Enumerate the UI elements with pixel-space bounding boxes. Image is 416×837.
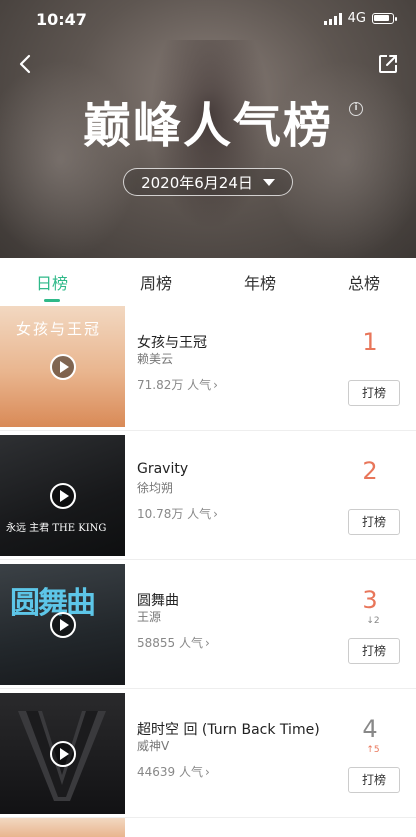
chevron-right-icon: ›	[205, 636, 210, 650]
page-title: 巅峰人气榜	[82, 98, 333, 154]
date-label: 2020年6月24日	[141, 173, 253, 192]
cover-caption: 永远 主君 THE KING	[6, 523, 107, 534]
chevron-right-icon: ›	[205, 765, 210, 779]
chevron-left-icon	[19, 54, 31, 74]
list-item[interactable]: 圆舞曲 圆舞曲 王源 58855 人气 › 3 ↓2 打榜	[0, 560, 416, 689]
song-title: 女孩与王冠	[137, 335, 207, 351]
date-selector[interactable]: 2020年6月24日	[123, 168, 293, 196]
song-title: 圆舞曲	[137, 593, 179, 609]
next-list-item-partial	[0, 818, 416, 837]
vote-button[interactable]: 打榜	[348, 638, 400, 664]
info-icon[interactable]: i	[349, 102, 363, 116]
rank-number: 3	[362, 586, 378, 614]
cover-caption: 圆舞曲	[10, 586, 96, 621]
list-item[interactable]: 超时空 回 (Turn Back Time) 威神V 44639 人气 › 4 ↑…	[0, 689, 416, 818]
period-tabs: 日榜 周榜 年榜 总榜	[0, 258, 416, 302]
caret-down-icon	[262, 178, 275, 186]
artist-name: 赖美云	[137, 352, 174, 366]
album-cover[interactable]	[0, 693, 125, 814]
artist-name: 王源	[137, 610, 162, 624]
tab-weekly[interactable]: 周榜	[104, 258, 208, 302]
status-bar: 10:47 4G	[0, 0, 416, 40]
list-item[interactable]: 女孩与王冠 女孩与王冠 赖美云 71.82万 人气 › 1 打榜	[0, 302, 416, 431]
popularity-link[interactable]: 10.78万 人气 ›	[137, 505, 218, 522]
network-label: 4G	[347, 11, 366, 26]
vote-button[interactable]: 打榜	[348, 767, 400, 793]
popularity-link[interactable]: 71.82万 人气 ›	[137, 376, 218, 393]
album-cover	[0, 818, 125, 837]
artist-name: 威神V	[137, 739, 170, 753]
song-title: Gravity	[137, 461, 189, 477]
list-item[interactable]: 永远 主君 THE KING Gravity 徐均朔 10.78万 人气 › 2 …	[0, 431, 416, 560]
chart-header: 10:47 4G 巅峰人气榜 i 2020年6月24日	[0, 0, 416, 258]
chevron-right-icon: ›	[213, 378, 218, 392]
signal-icon	[323, 12, 342, 25]
vote-button[interactable]: 打榜	[348, 380, 400, 406]
play-icon[interactable]	[50, 354, 76, 380]
share-button[interactable]	[376, 52, 400, 76]
popularity-link[interactable]: 44639 人气 ›	[137, 763, 210, 780]
play-icon[interactable]	[50, 483, 76, 509]
tab-daily[interactable]: 日榜	[0, 258, 104, 302]
battery-icon	[372, 13, 397, 24]
vote-button[interactable]: 打榜	[348, 509, 400, 535]
album-cover[interactable]: 永远 主君 THE KING	[0, 435, 125, 556]
chevron-right-icon: ›	[213, 507, 218, 521]
cover-caption: 女孩与王冠	[16, 320, 102, 338]
rank-number: 4	[362, 715, 378, 743]
song-title: 超时空 回 (Turn Back Time)	[137, 722, 320, 738]
album-cover[interactable]: 圆舞曲	[0, 564, 125, 685]
song-list: 女孩与王冠 女孩与王冠 赖美云 71.82万 人气 › 1 打榜 永远 主君 TH…	[0, 302, 416, 818]
rank-change-down: ↓2	[366, 616, 380, 626]
play-icon[interactable]	[50, 612, 76, 638]
album-cover[interactable]: 女孩与王冠	[0, 306, 125, 427]
artist-name: 徐均朔	[137, 481, 174, 495]
rank-number: 2	[362, 457, 378, 485]
back-button[interactable]	[14, 52, 38, 76]
rank-change-up: ↑5	[366, 745, 380, 755]
tab-all-time[interactable]: 总榜	[312, 258, 416, 302]
rank-number: 1	[362, 328, 378, 356]
popularity-link[interactable]: 58855 人气 ›	[137, 634, 210, 651]
status-time: 10:47	[36, 10, 87, 29]
tab-yearly[interactable]: 年榜	[208, 258, 312, 302]
play-icon[interactable]	[50, 741, 76, 767]
share-icon	[379, 55, 397, 73]
